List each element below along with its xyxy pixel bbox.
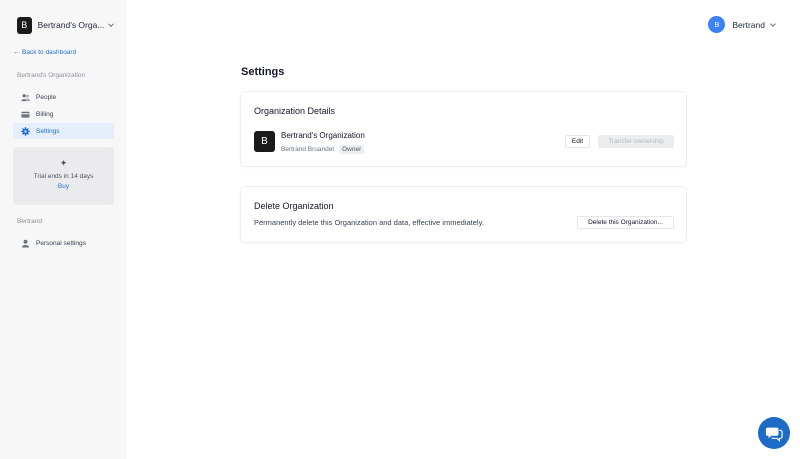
org-name: Bertrand's Orga... [37,20,105,30]
sidebar-item-settings[interactable]: Settings [13,123,114,139]
chat-icon [765,424,783,442]
sidebar-item-label: Personal settings [36,239,86,247]
user-avatar: B [708,16,726,33]
trial-banner: ✦ Trial ends in 14 days Buy [13,147,114,205]
user-name: Bertrand [732,19,765,30]
user-section-label: Bertrand [17,218,42,225]
sidebar-item-label: Billing [36,110,54,118]
gear-icon [21,126,30,136]
org-name: Bertrand's Organization [281,131,365,140]
role-badge: Owner [339,145,365,154]
back-to-dashboard-link[interactable]: ← Back to dashboard [13,49,76,56]
org-owner: Bertrand Bruandet Owner [281,145,365,154]
org-section-label: Bertrand's Organization [17,72,86,79]
page-title: Settings [241,66,285,78]
card-title: Organization Details [254,106,336,116]
org-switcher[interactable]: B Bertrand's Orga... [17,16,114,34]
sparkles-icon: ✦ [59,158,68,168]
people-icon [21,93,30,102]
sidebar-item-people[interactable]: People [13,89,114,105]
user-icon [21,239,30,248]
sidebar-item-personal-settings[interactable]: Personal settings [13,235,114,251]
delete-description: Permanently delete this Organization and… [254,218,484,227]
sidebar-item-label: People [36,93,57,101]
buy-link[interactable]: Buy [13,183,114,190]
org-avatar: B [254,131,275,152]
chevron-down-icon [770,20,776,27]
back-link-label: Back to dashboard [22,49,77,56]
trial-text: Trial ends in 14 days [33,173,94,180]
delete-organization-button[interactable]: Delete this Organization... [577,216,674,229]
sidebar: B Bertrand's Orga... ← Back to dashboard… [0,0,127,459]
credit-card-icon [21,110,30,119]
organization-details-card: Organization Details B Bertrand's Organi… [241,92,686,166]
delete-organization-card: Delete Organization Permanently delete t… [241,187,686,242]
card-title: Delete Organization [254,201,334,211]
sidebar-item-label: Settings [36,127,60,135]
chevron-down-icon [108,21,114,27]
chat-support-button[interactable] [758,417,790,449]
sidebar-item-billing[interactable]: Billing [13,106,114,122]
org-avatar: B [17,16,32,34]
transfer-ownership-button[interactable]: Transfer ownership [598,135,674,148]
arrow-left-icon: ← [13,49,20,56]
owner-name: Bertrand Bruandet [281,146,335,153]
edit-button[interactable]: Edit [565,135,590,148]
user-menu[interactable]: B Bertrand [708,16,776,33]
